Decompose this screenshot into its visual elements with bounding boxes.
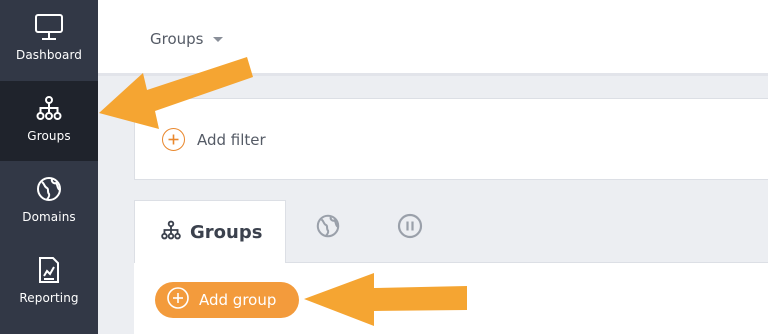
- tab-domains[interactable]: [314, 214, 342, 242]
- add-group-label: Add group: [199, 291, 277, 309]
- sidebar-item-groups[interactable]: Groups: [0, 81, 98, 161]
- sidebar-item-dashboard[interactable]: Dashboard: [0, 0, 98, 80]
- sidebar-item-label: Groups: [27, 129, 71, 143]
- tab-groups-label: Groups: [190, 221, 263, 243]
- sidebar-item-label: Dashboard: [15, 48, 82, 62]
- hierarchy-icon: [34, 93, 64, 123]
- plus-circle-icon: [167, 287, 189, 313]
- report-chart-icon: [34, 255, 64, 285]
- tab-groups[interactable]: Groups: [134, 200, 286, 263]
- add-group-button[interactable]: Add group: [155, 282, 299, 318]
- sidebar-item-label: Domains: [22, 210, 76, 224]
- pause-icon: [397, 213, 423, 243]
- hierarchy-icon: [161, 220, 181, 244]
- tab-paused[interactable]: [396, 213, 424, 243]
- sidebar-item-domains[interactable]: Domains: [0, 162, 98, 242]
- caret-down-icon: [213, 36, 224, 42]
- sidebar-item-label: Reporting: [19, 291, 79, 305]
- globe-icon: [315, 213, 341, 243]
- sidebar-item-reporting[interactable]: Reporting: [0, 243, 98, 323]
- globe-icon: [34, 174, 64, 204]
- annotation-arrow-sidebar: [99, 57, 253, 129]
- sidebar: Dashboard Groups Domains Reporting: [0, 0, 98, 334]
- monitor-icon: [34, 12, 64, 42]
- annotation-arrow-add-group: [304, 273, 467, 326]
